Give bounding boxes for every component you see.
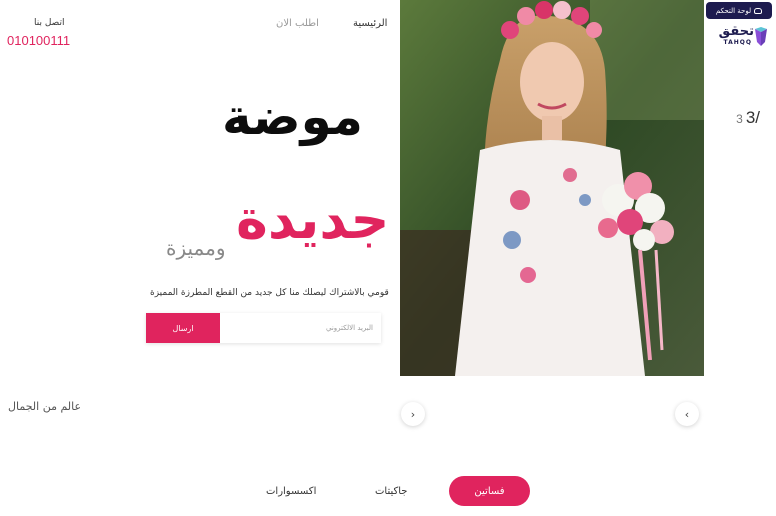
- hero-title-line-3: ومميزة: [166, 236, 226, 260]
- carousel-arrow-button[interactable]: ›: [401, 402, 425, 426]
- bride-photo: [400, 0, 704, 376]
- hero-title-line-2: جديدة: [236, 188, 390, 251]
- tab-dresses[interactable]: فساتين: [449, 476, 530, 506]
- logo-text-ar: تحقق: [718, 24, 754, 39]
- contact-label: اتصل بنا: [34, 18, 65, 28]
- hero-title-line-1: موضة: [222, 88, 363, 146]
- chevron-right-icon: ›: [410, 407, 416, 421]
- logo[interactable]: تحقق TAHQQ: [714, 24, 770, 50]
- logo-mark-icon: [755, 27, 767, 46]
- logo-text-en: TAHQQ: [723, 39, 752, 46]
- carousel-arrow-button[interactable]: ‹: [675, 402, 699, 426]
- hero-subtitle: قومي بالاشتراك ليصلك منا كل جديد من القط…: [150, 288, 389, 298]
- slide-counter: 3 3/: [736, 108, 760, 128]
- hero-image: [400, 0, 704, 376]
- slide-total: 3: [736, 112, 743, 126]
- chevron-left-icon: ‹: [684, 407, 690, 421]
- nav-order-link[interactable]: اطلب الان: [276, 18, 319, 29]
- nav-home-link[interactable]: الرئيسية: [353, 18, 387, 29]
- tab-jackets[interactable]: جاكيتات: [375, 486, 408, 497]
- dashboard-button-label: لوحة التحكم: [715, 6, 752, 15]
- contact-phone[interactable]: 010100111: [7, 33, 70, 48]
- slide-current: 3/: [745, 108, 760, 127]
- email-input[interactable]: [220, 313, 381, 343]
- dashboard-button[interactable]: لوحة التحكم: [706, 2, 772, 19]
- section-title: عالم من الجمال: [8, 400, 82, 413]
- cloud-icon: [754, 7, 763, 14]
- tab-accessories[interactable]: اكسسوارات: [266, 486, 316, 497]
- subscribe-send-button[interactable]: ارسال: [146, 313, 220, 343]
- subscribe-form: ارسال: [146, 313, 381, 343]
- right-rail: لوحة التحكم تحقق TAHQQ 3 3/: [704, 0, 776, 376]
